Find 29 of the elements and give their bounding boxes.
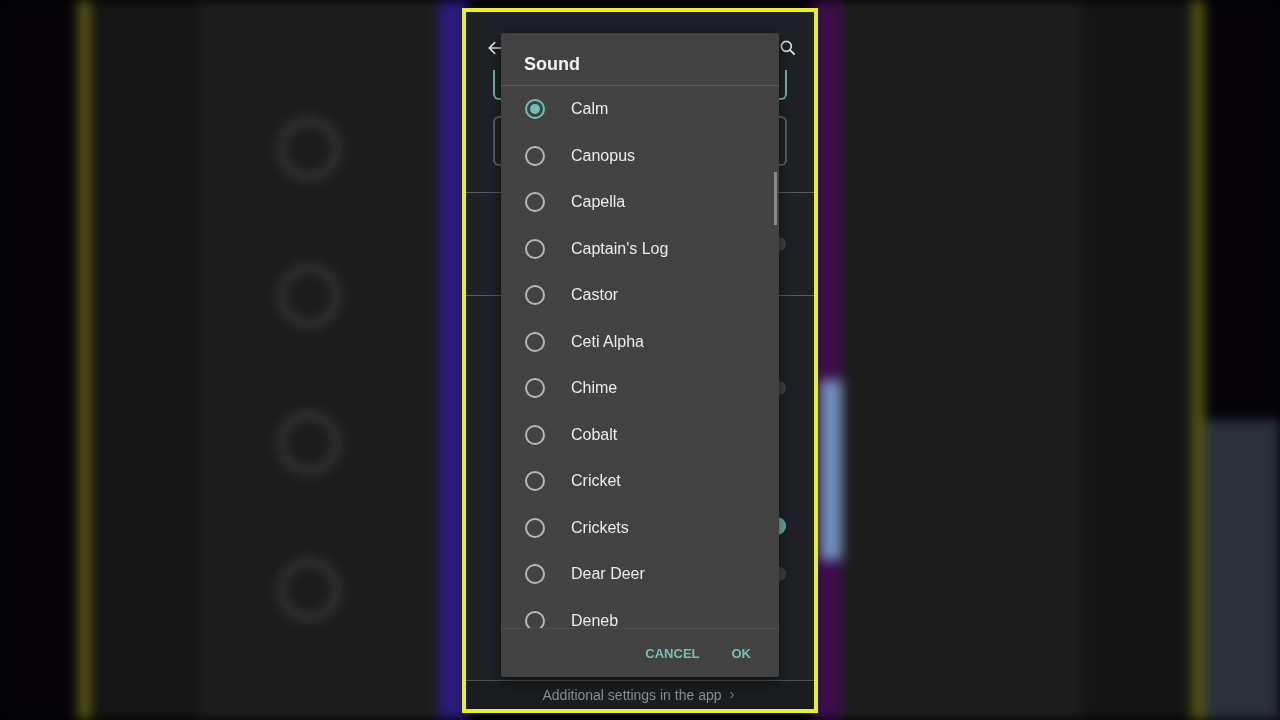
sound-option[interactable]: Captain's Log bbox=[501, 225, 779, 272]
radio-button[interactable] bbox=[525, 238, 545, 259]
sound-option[interactable]: Canopus bbox=[501, 132, 779, 179]
radio-button[interactable] bbox=[525, 145, 545, 166]
radio-button[interactable] bbox=[525, 99, 545, 120]
sound-option[interactable]: Crickets bbox=[501, 504, 779, 551]
radio-button[interactable] bbox=[525, 285, 545, 306]
radio-button[interactable] bbox=[525, 564, 545, 585]
sound-option[interactable]: Deneb bbox=[501, 597, 779, 628]
radio-button[interactable] bbox=[525, 610, 545, 628]
sound-option[interactable]: Calm bbox=[501, 86, 779, 133]
sound-option[interactable]: Capella bbox=[501, 179, 779, 226]
sound-option[interactable]: Cobalt bbox=[501, 411, 779, 458]
sound-option[interactable]: Cricket bbox=[501, 458, 779, 505]
radio-button[interactable] bbox=[525, 424, 545, 445]
sound-option[interactable]: Ceti Alpha bbox=[501, 318, 779, 365]
radio-button[interactable] bbox=[525, 471, 545, 492]
dialog-title: Sound bbox=[501, 33, 779, 86]
sound-option[interactable]: Castor bbox=[501, 272, 779, 319]
sound-option[interactable]: Dear Deer bbox=[501, 551, 779, 598]
radio-button[interactable] bbox=[525, 331, 545, 352]
radio-button[interactable] bbox=[525, 192, 545, 213]
sound-option[interactable]: Chime bbox=[501, 365, 779, 412]
radio-button[interactable] bbox=[525, 517, 545, 538]
dialog-button[interactable]: CANCEL bbox=[633, 637, 712, 669]
dialog-button[interactable]: OK bbox=[719, 637, 763, 669]
scrollbar[interactable] bbox=[774, 172, 777, 225]
radio-button[interactable] bbox=[525, 378, 545, 399]
search-icon[interactable] bbox=[778, 38, 798, 58]
